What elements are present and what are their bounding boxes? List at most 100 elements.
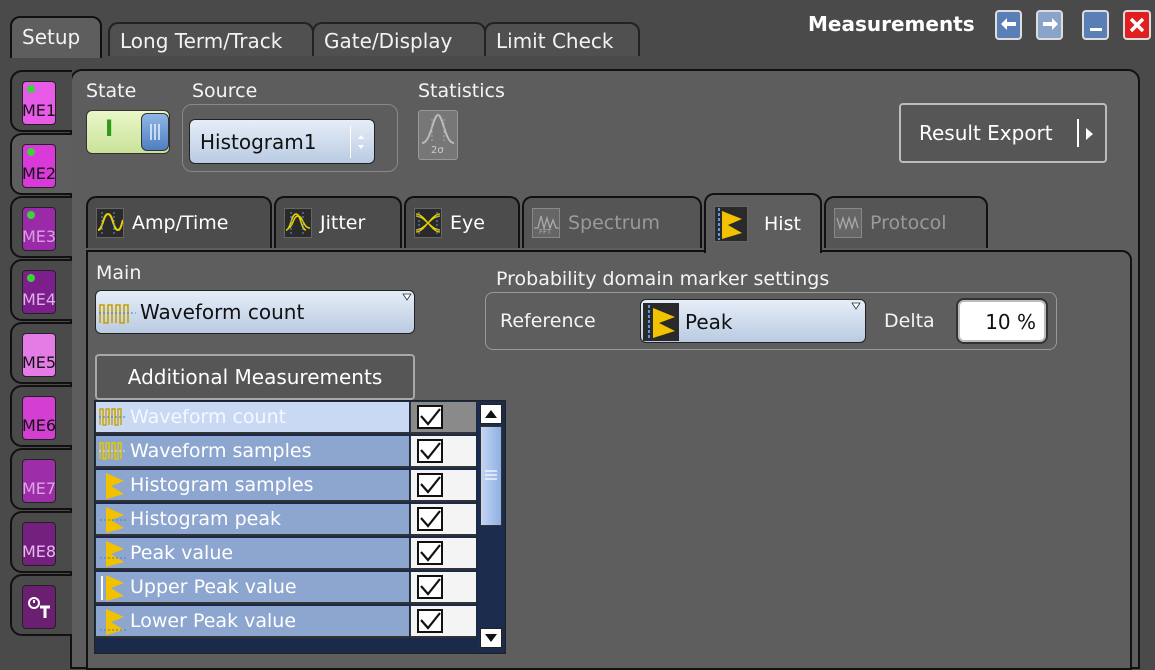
- tab-eye[interactable]: Eye: [404, 196, 520, 248]
- tab-spectrum[interactable]: FFT Spectrum: [522, 196, 702, 248]
- reference-label: Reference: [500, 310, 596, 332]
- lower-peak-icon: [96, 606, 130, 636]
- list-item-label: Peak value: [130, 542, 234, 564]
- waveform-count-icon: [99, 304, 136, 324]
- tab-label: Protocol: [870, 212, 947, 234]
- tab-gate-display[interactable]: Gate/Display: [312, 22, 486, 56]
- upper-peak-icon: [96, 572, 130, 602]
- dropdown-arrow-icon: [851, 302, 861, 310]
- me-tab-8[interactable]: ME8: [10, 511, 72, 573]
- me-label: ME5: [21, 353, 57, 372]
- scroll-thumb[interactable]: [480, 426, 502, 526]
- histogram-flag-icon: [714, 206, 748, 242]
- list-item[interactable]: Waveform samples: [96, 436, 409, 468]
- list-item-label: Histogram peak: [130, 508, 281, 530]
- tab-long-term-track[interactable]: Long Term/Track: [108, 22, 314, 56]
- redo-button[interactable]: [1036, 10, 1063, 40]
- state-on-label: I: [105, 117, 114, 142]
- undo-button[interactable]: [995, 10, 1022, 40]
- divider: [1077, 119, 1079, 147]
- close-button[interactable]: [1123, 10, 1151, 40]
- additional-measurements-button[interactable]: Additional Measurements: [95, 354, 415, 400]
- main-label: Main: [96, 262, 142, 284]
- list-item[interactable]: Upper Peak value: [96, 572, 409, 604]
- me-tab-4[interactable]: ME4: [10, 259, 72, 321]
- list-checkbox[interactable]: [410, 470, 476, 502]
- source-label: Source: [192, 80, 258, 102]
- me-tab-7[interactable]: ME7: [10, 448, 72, 510]
- fft-icon: FFT: [532, 208, 560, 238]
- tab-label: Jitter: [320, 212, 366, 234]
- list-item[interactable]: Waveform count: [96, 402, 409, 434]
- list-item-label: Waveform samples: [130, 440, 312, 462]
- tab-protocol[interactable]: Protocol: [824, 196, 988, 248]
- me-tab-1[interactable]: ME1: [10, 70, 72, 132]
- list-item[interactable]: Peak value: [96, 538, 409, 570]
- toggle-knob[interactable]: [141, 113, 169, 151]
- reference-value: Peak: [685, 310, 733, 334]
- bell-curve-icon: [421, 113, 455, 144]
- list-checkbox[interactable]: [410, 402, 476, 434]
- close-icon: [1129, 17, 1145, 33]
- timer-gate-icon: [22, 585, 56, 629]
- reference-select[interactable]: Peak: [640, 299, 866, 343]
- me-label: ME1: [21, 101, 57, 120]
- tab-hist[interactable]: Hist: [704, 193, 822, 253]
- arrow-right-icon: [1086, 128, 1093, 140]
- additional-measurements-label: Additional Measurements: [127, 365, 383, 389]
- me-tab-5[interactable]: ME5: [10, 322, 72, 384]
- window-title: Measurements: [808, 12, 975, 36]
- me-tab-timer[interactable]: [10, 574, 72, 636]
- result-export-button[interactable]: Result Export: [899, 103, 1107, 163]
- me-tab-2[interactable]: ME2: [10, 133, 72, 195]
- list-checkbox[interactable]: [410, 504, 476, 536]
- histogram-samples-icon: [96, 470, 130, 500]
- minimize-button[interactable]: [1082, 10, 1109, 40]
- me-tab-3[interactable]: ME3: [10, 196, 72, 258]
- peak-value-icon: [96, 538, 130, 568]
- redo-icon: [1042, 18, 1058, 30]
- statistics-button[interactable]: 2σ: [418, 110, 458, 160]
- state-toggle[interactable]: I: [86, 110, 170, 154]
- eye-diagram-icon: [414, 208, 442, 238]
- me-label: ME6: [21, 416, 57, 435]
- main-measurement-select[interactable]: Waveform count: [95, 290, 415, 334]
- tab-amp-time[interactable]: Amp/Time: [86, 196, 272, 248]
- list-checkbox[interactable]: [410, 572, 476, 604]
- grip-icon: [485, 470, 497, 480]
- list-item-label: Lower Peak value: [130, 610, 297, 632]
- list-item-label: Histogram samples: [130, 474, 314, 496]
- tab-label: Spectrum: [568, 212, 661, 234]
- me-label: ME7: [21, 479, 57, 498]
- arrow-down-icon: [485, 634, 497, 642]
- scroll-up-button[interactable]: [480, 404, 502, 424]
- waveform-count-icon: [96, 402, 130, 432]
- checkmark-icon: [420, 476, 441, 494]
- fft-icon-text: FFT: [539, 228, 552, 236]
- list-scrollbar[interactable]: [478, 402, 504, 652]
- jitter-icon: [284, 208, 312, 238]
- arrow-up-icon: [485, 410, 497, 418]
- list-item-label: Waveform count: [130, 406, 287, 428]
- scroll-down-button[interactable]: [480, 628, 502, 648]
- source-select[interactable]: Histogram1: [189, 119, 375, 164]
- list-checkbox[interactable]: [410, 436, 476, 468]
- amp-time-icon: [96, 208, 124, 238]
- tab-jitter[interactable]: Jitter: [274, 196, 402, 248]
- histogram-peak-icon: [96, 504, 130, 534]
- list-checkbox[interactable]: [410, 538, 476, 570]
- tab-setup[interactable]: Setup: [10, 16, 102, 58]
- delta-label: Delta: [884, 310, 935, 332]
- me-label: ME3: [21, 227, 57, 246]
- list-item[interactable]: Histogram peak: [96, 504, 409, 536]
- list-checkbox[interactable]: [410, 606, 476, 638]
- tab-label: Hist: [764, 213, 801, 235]
- delta-input[interactable]: 10 %: [956, 298, 1048, 344]
- list-item[interactable]: Histogram samples: [96, 470, 409, 502]
- tab-limit-check[interactable]: Limit Check: [484, 22, 640, 56]
- checkmark-icon: [420, 510, 441, 528]
- me-tab-6[interactable]: ME6: [10, 385, 72, 447]
- spin-arrows-icon: [350, 126, 371, 158]
- list-item[interactable]: Lower Peak value: [96, 606, 409, 638]
- checkmark-icon: [420, 442, 441, 460]
